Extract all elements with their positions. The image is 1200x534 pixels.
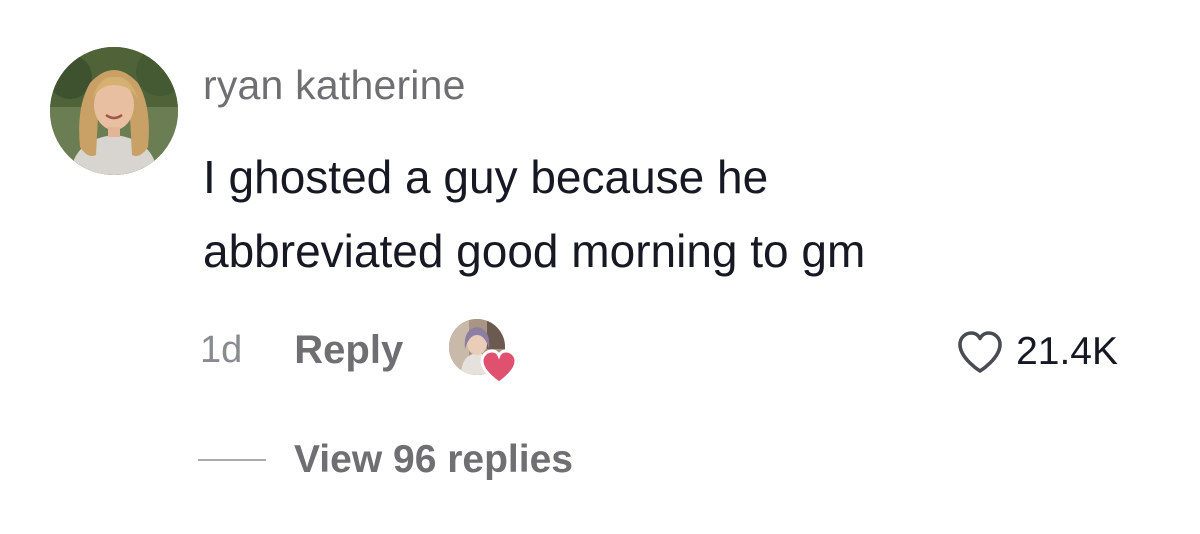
view-replies-label[interactable]: View 96 replies — [294, 438, 573, 482]
user-avatar[interactable] — [50, 47, 178, 175]
comment-meta-row: 1d Reply — [200, 319, 518, 385]
replies-divider — [198, 459, 266, 461]
creator-liked-badge — [447, 319, 518, 385]
comment-text-line: abbreviated good morning to gm — [203, 225, 866, 277]
creator-heart-icon — [480, 349, 518, 385]
like-count: 21.4K — [1016, 330, 1118, 373]
like-button[interactable]: 21.4K — [956, 326, 1118, 378]
comment-item: ryan katherine I ghosted a guy because h… — [0, 0, 1200, 534]
heart-outline-icon[interactable] — [956, 329, 1004, 375]
comment-timestamp: 1d — [200, 328, 243, 371]
comment-username[interactable]: ryan katherine — [203, 62, 466, 109]
comment-text-line: I ghosted a guy because he — [203, 151, 769, 203]
reply-button[interactable]: Reply — [294, 328, 403, 373]
view-replies-button[interactable]: View 96 replies — [198, 434, 573, 486]
avatar-photo-icon — [50, 47, 178, 175]
comment-text: I ghosted a guy because he abbreviated g… — [203, 140, 1103, 288]
